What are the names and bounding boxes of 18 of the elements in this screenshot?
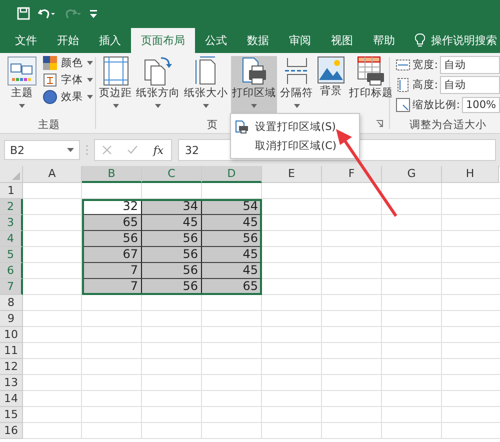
table-cell: 56 — [82, 231, 142, 247]
field-label: 宽度: — [412, 58, 438, 72]
table-cell: 45 — [202, 263, 262, 279]
table-cell: 56 — [142, 247, 202, 263]
table-cell: 56 — [142, 231, 202, 247]
table-cell: 7 — [82, 263, 142, 279]
field-label: 高度: — [412, 78, 438, 92]
table-cell: 67 — [82, 247, 142, 263]
table-cell: 45 — [202, 247, 262, 263]
table-cell: 45 — [142, 215, 202, 231]
table-cell: 45 — [202, 215, 262, 231]
table-cell: 56 — [142, 263, 202, 279]
field-label: 缩放比例: — [412, 98, 460, 112]
group-label: 调整为合适大小 — [408, 118, 488, 132]
group-label: 主题 — [37, 118, 61, 132]
table-cell: 65 — [82, 215, 142, 231]
group-label: 页 — [207, 118, 218, 132]
table-cell: 56 — [202, 231, 262, 247]
